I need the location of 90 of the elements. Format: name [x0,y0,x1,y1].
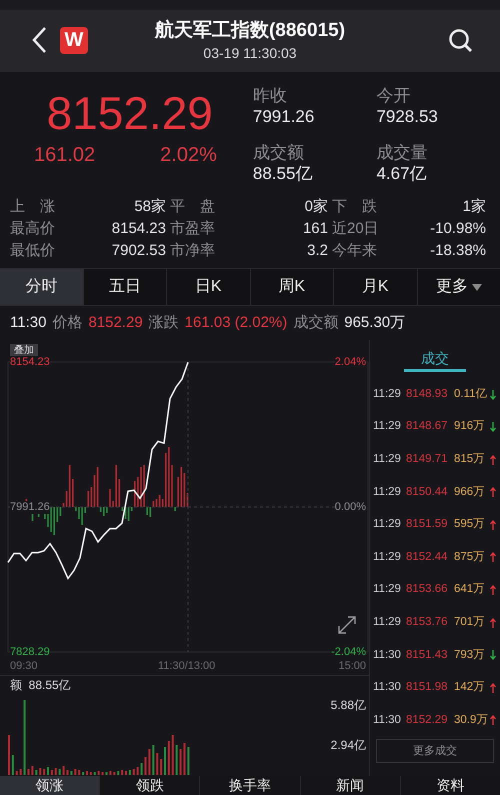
info-label: 涨跌 [148,312,179,333]
stat-value: 3.2 [306,241,329,261]
stat-value: -18.38% [429,241,487,261]
trade-price: 8148.67 [406,419,449,434]
trade-price: 8149.71 [406,452,449,468]
stat-value: 8154.23 [110,219,167,239]
trade-time: 11:29 [373,517,402,532]
field-label: 昨收 [252,86,288,106]
trade-time: 11:29 [373,386,402,402]
field-label: 成交量 [376,143,428,163]
trade-time: 11:29 [373,550,402,565]
axis-label: 11:30/13:00 [158,660,216,673]
axis-label: 09:30 [10,660,38,673]
stat-label: 下 跌 [332,197,378,217]
field-value: 4.67亿 [376,163,428,184]
axis-label: 7828.29 [10,646,50,658]
info-time: 11:30 [10,312,46,333]
period-tab[interactable]: 分时 [0,269,82,305]
axis-label: 15:00 [338,660,366,673]
stat-label: 市净率 [170,241,216,261]
update-time: 03-19 11:30:03 [203,44,297,63]
trade-time: 11:29 [373,582,402,598]
stat-value: 0家 [304,197,329,217]
trade-time: 11:29 [373,484,402,500]
more-trades-button[interactable]: 更多成交 [376,738,494,763]
stat-value: 1家 [462,197,487,217]
trade-price: 8152.29 [406,712,449,728]
stat-label: 上 涨 [10,197,56,217]
trade-price: 8151.59 [406,517,449,532]
info-value: 8152.29 [88,312,143,333]
stat-value: 58家 [133,197,167,217]
trade-time: 11:29 [373,452,402,468]
axis-label: 2.04% [334,356,366,368]
stat-value: 161 [302,219,329,239]
trade-price: 8153.66 [406,582,449,598]
stat-value: -10.98% [429,219,487,239]
info-value: 965.30万 [344,312,406,333]
trade-price: 8152.44 [406,550,449,565]
trade-time: 11:30 [373,712,402,728]
axis-label: -2.04% [331,646,366,658]
field-value: 7928.53 [376,106,439,127]
info-value: 161.03 (2.02%) [184,312,288,333]
stat-value: 7902.53 [110,241,167,261]
trades-tab[interactable]: 成交 [404,348,466,372]
stat-label: 最低价 [10,241,56,261]
price-change: 161.02 [34,143,96,168]
stat-label: 今年来 [332,241,378,261]
trade-time: 11:29 [373,419,402,434]
trade-time: 11:29 [373,615,402,630]
trade-volume: 595万 [454,517,486,532]
trade-price: 8148.93 [406,386,449,402]
info-label: 成交额 [293,312,338,333]
trade-volume: 966万 [454,484,486,500]
change-percent: 2.02% [160,143,217,168]
field-label: 成交额 [252,143,305,163]
field-value: 7991.26 [252,106,316,127]
axis-label: 0.00% [334,500,366,514]
expand-icon [336,614,358,636]
page-title: 航天军工指数(886015) [154,19,346,43]
trade-time: 11:30 [373,680,402,696]
trade-volume: 916万 [454,419,486,434]
trade-volume: 875万 [454,550,486,565]
stat-label: 最高价 [10,219,56,239]
trade-time: 11:30 [373,648,402,663]
trade-volume: 815万 [454,452,486,468]
trade-price: 8151.43 [406,648,449,663]
current-price: 8152.29 [46,86,214,140]
bottom-tab[interactable]: 领涨 [0,776,100,795]
stat-label: 平 盘 [170,197,216,217]
stat-label: 市盈率 [170,219,216,239]
trade-volume: 793万 [454,648,486,663]
axis-label: 7991.26 [10,500,50,514]
field-value: 88.55亿 [252,163,314,184]
field-label: 今开 [376,86,412,106]
volume-total: 额 88.55亿 [10,678,71,692]
app-logo: W [60,27,88,54]
trade-price: 8150.44 [406,484,449,500]
axis-label: 2.94亿 [330,738,366,752]
axis-label: 5.88亿 [330,698,366,712]
trade-price: 8151.98 [406,680,449,696]
trade-volume: 142万 [454,680,486,696]
stat-label: 近20日 [332,219,380,239]
trade-volume: 701万 [454,615,486,630]
trade-volume: 30.9万 [454,712,490,728]
search-button[interactable] [448,28,474,54]
axis-label: 8154.23 [10,356,50,368]
trade-price: 8153.76 [406,615,449,630]
trade-volume: 641万 [454,582,486,598]
trade-volume: 0.11亿 [454,386,489,402]
info-label: 价格 [52,312,82,333]
